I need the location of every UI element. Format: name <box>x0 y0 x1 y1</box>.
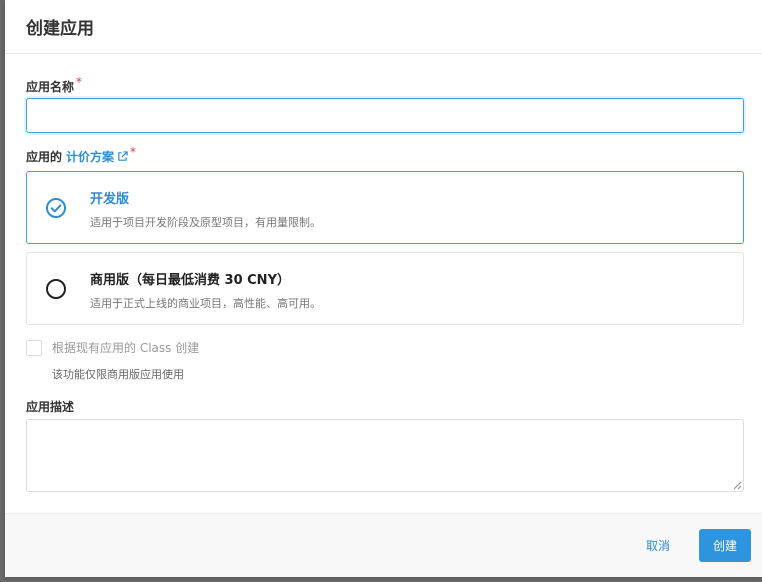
app-name-label-text: 应用名称 <box>26 80 75 94</box>
cancel-button[interactable]: 取消 <box>636 529 680 562</box>
create-app-dialog: 创建应用 应用名称 * 应用的 计价方案 * 开发版 适用于项目开发阶段及原型项… <box>5 0 762 577</box>
dialog-footer: 取消 创建 <box>5 513 762 577</box>
plan-description: 适用于项目开发阶段及原型项目，有用量限制。 <box>90 216 321 229</box>
radio-empty-icon <box>46 279 66 299</box>
create-button[interactable]: 创建 <box>699 529 751 562</box>
external-link-icon <box>118 151 128 161</box>
required-mark: * <box>130 145 137 159</box>
pricing-plan-label: 应用的 计价方案 * <box>26 145 137 165</box>
pricing-plan-link[interactable]: 计价方案 <box>66 148 128 165</box>
required-mark: * <box>76 75 83 89</box>
plan-title: 商用版（每日最低消费 30 CNY） <box>90 273 290 288</box>
app-name-label: 应用名称 * <box>26 75 83 95</box>
app-name-input[interactable] <box>26 98 744 133</box>
resize-grip-icon[interactable] <box>733 481 742 490</box>
app-description-label: 应用描述 <box>26 398 74 415</box>
pricing-plan-label-prefix: 应用的 <box>26 150 63 164</box>
dialog-title: 创建应用 <box>26 19 94 39</box>
plan-description: 适用于正式上线的商业项目，高性能、高可用。 <box>90 297 321 310</box>
plan-option-dev[interactable]: 开发版 适用于项目开发阶段及原型项目，有用量限制。 <box>26 171 744 244</box>
create-from-class-hint: 该功能仅限商用版应用使用 <box>52 368 184 381</box>
app-description-label-text: 应用描述 <box>26 400 75 414</box>
pricing-plan-link-text: 计价方案 <box>66 150 115 164</box>
app-description-textarea[interactable] <box>26 419 744 492</box>
dialog-header: 创建应用 <box>5 0 762 54</box>
plan-title: 开发版 <box>90 192 130 207</box>
create-from-class-checkbox[interactable] <box>26 339 42 356</box>
plan-option-business[interactable]: 商用版（每日最低消费 30 CNY） 适用于正式上线的商业项目，高性能、高可用。 <box>26 252 744 325</box>
check-circle-icon <box>46 198 66 218</box>
create-from-class-row: 根据现有应用的 Class 创建 <box>26 339 199 356</box>
create-from-class-label: 根据现有应用的 Class 创建 <box>52 341 200 355</box>
